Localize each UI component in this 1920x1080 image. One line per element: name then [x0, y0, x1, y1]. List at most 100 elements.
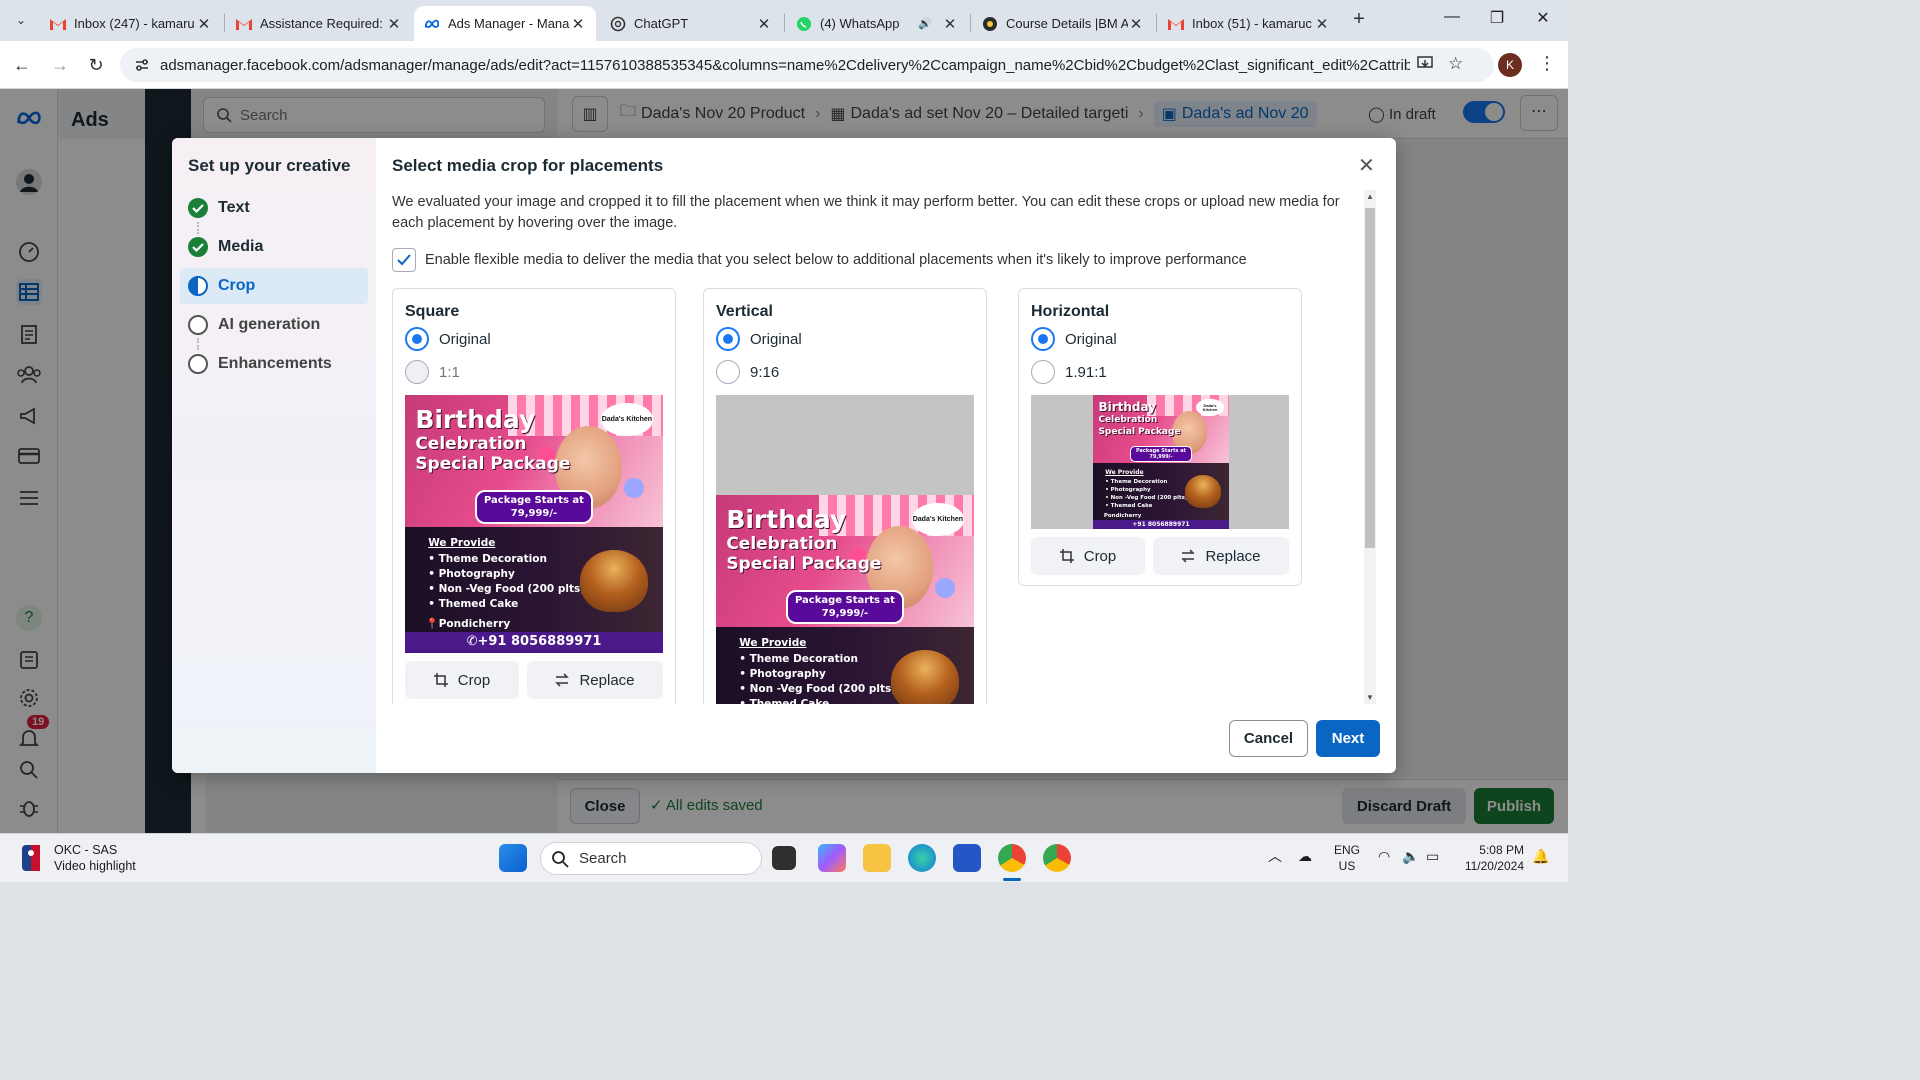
- square-1-1-option[interactable]: 1:1: [405, 360, 460, 384]
- close-tab-icon[interactable]: ✕: [1314, 15, 1330, 33]
- tab-assistance-required[interactable]: Assistance Required: ✕: [226, 6, 412, 41]
- horizontal-preview-image[interactable]: Dada's Kitchen Birthday Celebration Spec…: [1031, 395, 1289, 529]
- card-title: Horizontal: [1031, 303, 1110, 320]
- tab-course-details[interactable]: Course Details |BM A ✕: [972, 6, 1154, 41]
- notification-bell-icon[interactable]: 🔔: [1532, 848, 1549, 864]
- flexible-media-label: Enable flexible media to deliver the med…: [425, 252, 1247, 268]
- search-icon: [552, 850, 569, 868]
- brand-logo: Dada's Kitchen: [1196, 399, 1224, 417]
- flexible-media-checkbox[interactable]: [392, 248, 416, 272]
- wifi-icon[interactable]: ◠: [1378, 848, 1390, 864]
- crop-description: We evaluated your image and cropped it t…: [392, 194, 1340, 231]
- crop-button[interactable]: Crop: [1031, 537, 1145, 575]
- crop-button[interactable]: Crop: [405, 661, 519, 699]
- flexible-media-option[interactable]: Enable flexible media to deliver the med…: [392, 248, 1247, 272]
- copilot-icon[interactable]: [818, 844, 846, 872]
- modal-scroll-area: We evaluated your image and cropped it t…: [376, 190, 1396, 704]
- url-bar[interactable]: adsmanager.facebook.com/adsmanager/manag…: [120, 48, 1494, 82]
- modal-scrollbar[interactable]: ▲ ▼: [1364, 190, 1376, 704]
- check-circle-icon: [188, 198, 208, 218]
- close-tab-icon[interactable]: ✕: [196, 15, 212, 33]
- swap-icon: [555, 673, 570, 687]
- close-tab-icon[interactable]: ✕: [1128, 15, 1144, 33]
- close-tab-icon[interactable]: ✕: [942, 15, 958, 33]
- cancel-button[interactable]: Cancel: [1229, 720, 1308, 757]
- horizontal-original-option[interactable]: Original: [1031, 327, 1117, 351]
- chrome-icon[interactable]: [998, 844, 1026, 872]
- store-icon[interactable]: [953, 844, 981, 872]
- language-indicator[interactable]: ENG US: [1334, 842, 1360, 874]
- vertical-preview-image[interactable]: Dada's Kitchen Birthday Celebration Spec…: [716, 395, 974, 704]
- crop-icon: [433, 673, 448, 687]
- radio-selected[interactable]: [716, 327, 740, 351]
- sidebar-title: Set up your creative: [188, 156, 351, 175]
- ad-creative-image: Dada's Kitchen Birthday Celebration Spec…: [1093, 395, 1229, 529]
- step-ai-generation[interactable]: AI generation: [180, 307, 368, 343]
- next-button[interactable]: Next: [1316, 720, 1380, 757]
- battery-icon[interactable]: ▭: [1426, 848, 1439, 864]
- close-tab-icon[interactable]: ✕: [386, 15, 402, 33]
- tab-inbox-51[interactable]: Inbox (51) - kamaruc ✕: [1158, 6, 1340, 41]
- install-app-icon[interactable]: [1416, 54, 1434, 72]
- news-title: OKC - SAS: [54, 843, 118, 857]
- show-hidden-icons[interactable]: ︿: [1268, 848, 1282, 864]
- file-explorer-icon[interactable]: [863, 844, 891, 872]
- tab-search-dropdown-icon[interactable]: ⌄: [8, 8, 34, 32]
- profile-avatar[interactable]: K: [1498, 53, 1522, 77]
- volume-icon[interactable]: 🔈: [1402, 848, 1419, 864]
- chrome-profile-icon[interactable]: [1043, 844, 1071, 872]
- speaker-icon[interactable]: 🔊: [918, 17, 932, 30]
- task-view-icon[interactable]: [772, 846, 796, 870]
- square-original-option[interactable]: Original: [405, 327, 491, 351]
- brand-logo: Dada's Kitchen: [912, 502, 964, 537]
- onedrive-icon[interactable]: ☁: [1298, 848, 1312, 864]
- close-modal-icon[interactable]: ✕: [1358, 153, 1375, 178]
- close-window-button[interactable]: ✕: [1528, 8, 1558, 28]
- close-tab-icon[interactable]: ✕: [756, 15, 772, 33]
- scrollbar-thumb[interactable]: [1365, 208, 1375, 548]
- tab-inbox-247[interactable]: Inbox (247) - kamaru ✕: [40, 6, 222, 41]
- step-text[interactable]: Text: [180, 190, 368, 226]
- radio-unselected[interactable]: [405, 360, 429, 384]
- card-title: Vertical: [716, 303, 773, 320]
- edge-browser-icon[interactable]: [908, 844, 936, 872]
- creative-setup-modal: Set up your creative Text Media Crop AI …: [172, 138, 1396, 773]
- radio-unselected[interactable]: [1031, 360, 1055, 384]
- vertical-original-option[interactable]: Original: [716, 327, 802, 351]
- card-title: Square: [405, 303, 460, 320]
- browser-tab-bar: ⌄ Inbox (247) - kamaru ✕ Assistance Requ…: [0, 0, 1568, 41]
- back-button[interactable]: ←: [10, 53, 34, 77]
- clock[interactable]: 5:08 PM 11/20/2024: [1458, 842, 1524, 874]
- browser-menu-icon[interactable]: ⋮: [1538, 53, 1556, 74]
- taskbar-search[interactable]: Search: [540, 842, 762, 875]
- site-info-icon[interactable]: [134, 57, 150, 73]
- vertical-9-16-option[interactable]: 9:16: [716, 360, 779, 384]
- modal-steps-sidebar: Set up your creative Text Media Crop AI …: [172, 138, 376, 773]
- gmail-icon: [236, 16, 252, 32]
- vertical-placement-card: Vertical Original 9:16 Dada's Kitchen Bi…: [703, 288, 987, 704]
- radio-selected[interactable]: [1031, 327, 1055, 351]
- tab-chatgpt[interactable]: ChatGPT ✕: [600, 6, 782, 41]
- minimize-button[interactable]: —: [1437, 8, 1467, 26]
- forward-button[interactable]: →: [48, 53, 72, 77]
- tab-ads-manager[interactable]: Ads Manager - Mana ✕: [414, 6, 596, 41]
- radio-unselected[interactable]: [716, 360, 740, 384]
- replace-button[interactable]: Replace: [527, 661, 663, 699]
- news-widget[interactable]: OKC - SAS Video highlight: [22, 842, 136, 874]
- restore-button[interactable]: ❐: [1482, 8, 1512, 28]
- replace-button[interactable]: Replace: [1153, 537, 1289, 575]
- windows-start-icon[interactable]: [499, 844, 527, 872]
- square-preview-image[interactable]: Dada's Kitchen Birthday Celebration Spec…: [405, 395, 663, 653]
- bookmark-star-icon[interactable]: ☆: [1448, 54, 1463, 74]
- windows-taskbar: OKC - SAS Video highlight Search ︿ ☁ ENG U…: [0, 833, 1568, 882]
- horizontal-1-91-1-option[interactable]: 1.91:1: [1031, 360, 1107, 384]
- step-enhancements[interactable]: Enhancements: [180, 346, 368, 382]
- nba-logo-icon: [22, 845, 40, 871]
- step-media[interactable]: Media: [180, 229, 368, 265]
- close-tab-icon[interactable]: ✕: [570, 15, 586, 33]
- radio-selected[interactable]: [405, 327, 429, 351]
- reload-button[interactable]: ↻: [84, 53, 108, 77]
- step-crop[interactable]: Crop: [180, 268, 368, 304]
- tab-whatsapp[interactable]: (4) WhatsApp 🔊 ✕: [786, 6, 968, 41]
- new-tab-button[interactable]: +: [1347, 8, 1371, 32]
